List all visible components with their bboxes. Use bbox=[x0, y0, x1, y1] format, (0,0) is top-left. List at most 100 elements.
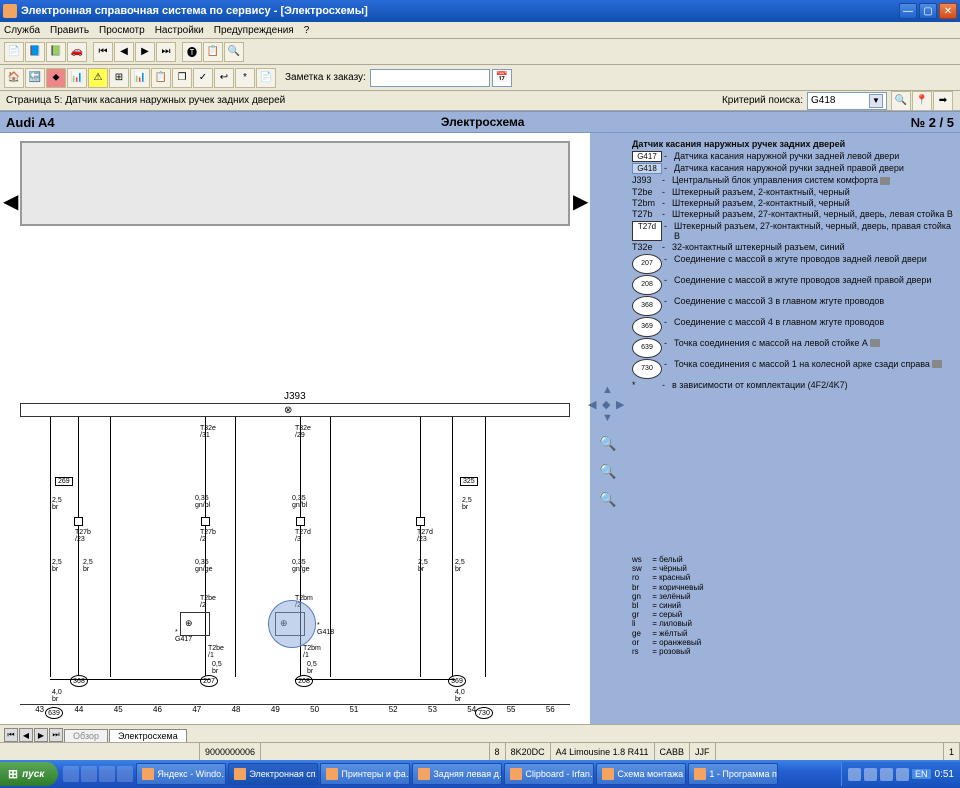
close-button[interactable]: ✕ bbox=[939, 3, 957, 19]
legend-row[interactable]: 207-Соединение с массой в жгуте проводов… bbox=[632, 254, 954, 274]
nav-last-button[interactable]: ⏭ bbox=[156, 42, 176, 62]
tool-btn[interactable]: 🔙 bbox=[25, 68, 45, 88]
search-button[interactable]: 🔍 bbox=[891, 91, 911, 111]
clock[interactable]: 0:51 bbox=[935, 769, 954, 780]
legend-row[interactable]: 208-Соединение с массой в жгуте проводов… bbox=[632, 275, 954, 295]
taskbar-item[interactable]: Схема монтажа … bbox=[596, 763, 686, 785]
taskbar-item[interactable]: Яндекс - Windo… bbox=[136, 763, 226, 785]
legend-symbol: 207 bbox=[632, 254, 662, 274]
page-label: Страница 5: Датчик касания наружных руче… bbox=[6, 95, 722, 106]
legend-row[interactable]: 730-Точка соединения с массой 1 на колес… bbox=[632, 359, 954, 379]
legend-symbol: T2be bbox=[632, 187, 662, 197]
zoom-in-icon[interactable]: 🔍 bbox=[599, 463, 617, 481]
tool-btn[interactable]: 🚗 bbox=[67, 42, 87, 62]
taskbar-item[interactable]: Принтеры и фа… bbox=[320, 763, 410, 785]
taskbar-item[interactable]: 1 - Программа п… bbox=[688, 763, 778, 785]
color-legend-row: rs = розовый bbox=[632, 647, 704, 656]
quicklaunch-icon[interactable] bbox=[117, 766, 133, 782]
legend-row[interactable]: T2bm-Штекерный разъем, 2-контактный, чер… bbox=[632, 198, 954, 208]
legend-row[interactable]: G417-Датчика касания наружной ручки задн… bbox=[632, 151, 954, 162]
tab-first[interactable]: ⏮ bbox=[4, 728, 18, 742]
pan-right-arrow[interactable]: ▶ bbox=[616, 398, 628, 410]
camera-icon[interactable] bbox=[932, 360, 942, 368]
criterion-select[interactable]: G418 ▼ bbox=[807, 92, 887, 110]
tab-overview[interactable]: Обзор bbox=[64, 729, 108, 742]
tab-diagram[interactable]: Электросхема bbox=[109, 729, 187, 742]
zoom-out-icon[interactable]: 🔍 bbox=[599, 491, 617, 509]
pan-left-arrow[interactable]: ◀ bbox=[588, 398, 600, 410]
nav-first-button[interactable]: ⏮ bbox=[93, 42, 113, 62]
nav-next-button[interactable]: ▶ bbox=[135, 42, 155, 62]
tool-btn[interactable]: ↩ bbox=[214, 68, 234, 88]
legend-row[interactable]: 639-Точка соединения с массой на левой с… bbox=[632, 338, 954, 358]
tab-next[interactable]: ▶ bbox=[34, 728, 48, 742]
legend-row[interactable]: T32e-32-контактный штекерный разъем, син… bbox=[632, 242, 954, 252]
camera-icon[interactable] bbox=[870, 339, 880, 347]
zoom-fit-icon[interactable]: 🔍 bbox=[599, 435, 617, 453]
tool-btn[interactable]: 📄 bbox=[4, 42, 24, 62]
tray-icon[interactable] bbox=[848, 768, 861, 781]
legend-row[interactable]: G418-Датчика касания наружной ручки задн… bbox=[632, 163, 954, 174]
highlight-g418 bbox=[268, 600, 316, 648]
tool-btn[interactable]: 📊 bbox=[130, 68, 150, 88]
quicklaunch-icon[interactable] bbox=[63, 766, 79, 782]
maximize-button[interactable]: ▢ bbox=[919, 3, 937, 19]
language-indicator[interactable]: EN bbox=[912, 769, 931, 779]
page-prev-arrow[interactable]: ◀ bbox=[3, 183, 17, 219]
menu-edit[interactable]: Править bbox=[50, 25, 89, 36]
taskbar-item[interactable]: Электронная сп… bbox=[228, 763, 318, 785]
tool-btn[interactable]: ✓ bbox=[193, 68, 213, 88]
menu-service[interactable]: Служба bbox=[4, 25, 40, 36]
quicklaunch-icon[interactable] bbox=[99, 766, 115, 782]
tool-btn[interactable]: 🔍 bbox=[224, 42, 244, 62]
quicklaunch-icon[interactable] bbox=[81, 766, 97, 782]
menu-help[interactable]: ? bbox=[304, 25, 310, 36]
minimize-button[interactable]: — bbox=[899, 3, 917, 19]
legend-row[interactable]: *-в зависимости от комплектации (4F2/4K7… bbox=[632, 380, 954, 390]
legend-symbol: T2bm bbox=[632, 198, 662, 208]
tab-prev[interactable]: ◀ bbox=[19, 728, 33, 742]
pan-center[interactable]: ◆ bbox=[602, 398, 614, 410]
tray-icon[interactable] bbox=[896, 768, 909, 781]
nav-prev-button[interactable]: ◀ bbox=[114, 42, 134, 62]
legend-row[interactable]: 369-Соединение с массой 4 в главном жгут… bbox=[632, 317, 954, 337]
tool-btn[interactable]: 🅣 bbox=[182, 42, 202, 62]
menu-settings[interactable]: Настройки bbox=[155, 25, 204, 36]
pan-down-arrow[interactable]: ▼ bbox=[602, 412, 614, 424]
legend-row[interactable]: T2be-Штекерный разъем, 2-контактный, чер… bbox=[632, 187, 954, 197]
tool-btn[interactable]: 📘 bbox=[25, 42, 45, 62]
legend-row[interactable]: T27d-Штекерный разъем, 27-контактный, че… bbox=[632, 221, 954, 242]
start-button[interactable]: пуск bbox=[0, 762, 58, 786]
tool-btn[interactable]: 📋 bbox=[151, 68, 171, 88]
legend-row[interactable]: J393-Центральный блок управления систем … bbox=[632, 175, 954, 185]
tool-btn[interactable]: * bbox=[235, 68, 255, 88]
tool-btn[interactable]: 📊 bbox=[67, 68, 87, 88]
legend-symbol: G418 bbox=[632, 163, 662, 174]
tool-btn[interactable]: ❐ bbox=[172, 68, 192, 88]
status-bar: 9000000006 8 8K20DC A4 Limousine 1.8 R41… bbox=[0, 742, 960, 760]
page-next-arrow[interactable]: ▶ bbox=[573, 183, 587, 219]
note-input[interactable] bbox=[370, 69, 490, 87]
tool-btn[interactable]: ⊞ bbox=[109, 68, 129, 88]
tray-icon[interactable] bbox=[864, 768, 877, 781]
legend-row[interactable]: T27b-Штекерный разъем, 27-контактный, че… bbox=[632, 209, 954, 219]
calendar-button[interactable]: 📅 bbox=[492, 69, 512, 87]
tab-last[interactable]: ⏭ bbox=[49, 728, 63, 742]
tool-btn[interactable]: 📗 bbox=[46, 42, 66, 62]
tool-btn[interactable]: ⬥ bbox=[46, 68, 66, 88]
tool-btn[interactable]: 🏠 bbox=[4, 68, 24, 88]
tool-btn[interactable]: 📄 bbox=[256, 68, 276, 88]
locate-button[interactable]: 📍 bbox=[912, 91, 932, 111]
taskbar-item[interactable]: Clipboard - Irfan… bbox=[504, 763, 594, 785]
taskbar-item[interactable]: Задняя левая д… bbox=[412, 763, 502, 785]
tool-btn[interactable]: 📋 bbox=[203, 42, 223, 62]
pan-up-arrow[interactable]: ▲ bbox=[602, 384, 614, 396]
camera-icon[interactable] bbox=[880, 177, 890, 185]
menu-view[interactable]: Просмотр bbox=[99, 25, 145, 36]
wiring-diagram[interactable]: J393 ⊗ T32e /31T32e /292693252,5 br2,5 b… bbox=[20, 141, 570, 724]
tool-btn[interactable]: ⚠ bbox=[88, 68, 108, 88]
menu-warnings[interactable]: Предупреждения bbox=[214, 25, 294, 36]
export-button[interactable]: ➡ bbox=[933, 91, 953, 111]
tray-icon[interactable] bbox=[880, 768, 893, 781]
legend-row[interactable]: 368-Соединение с массой 3 в главном жгут… bbox=[632, 296, 954, 316]
